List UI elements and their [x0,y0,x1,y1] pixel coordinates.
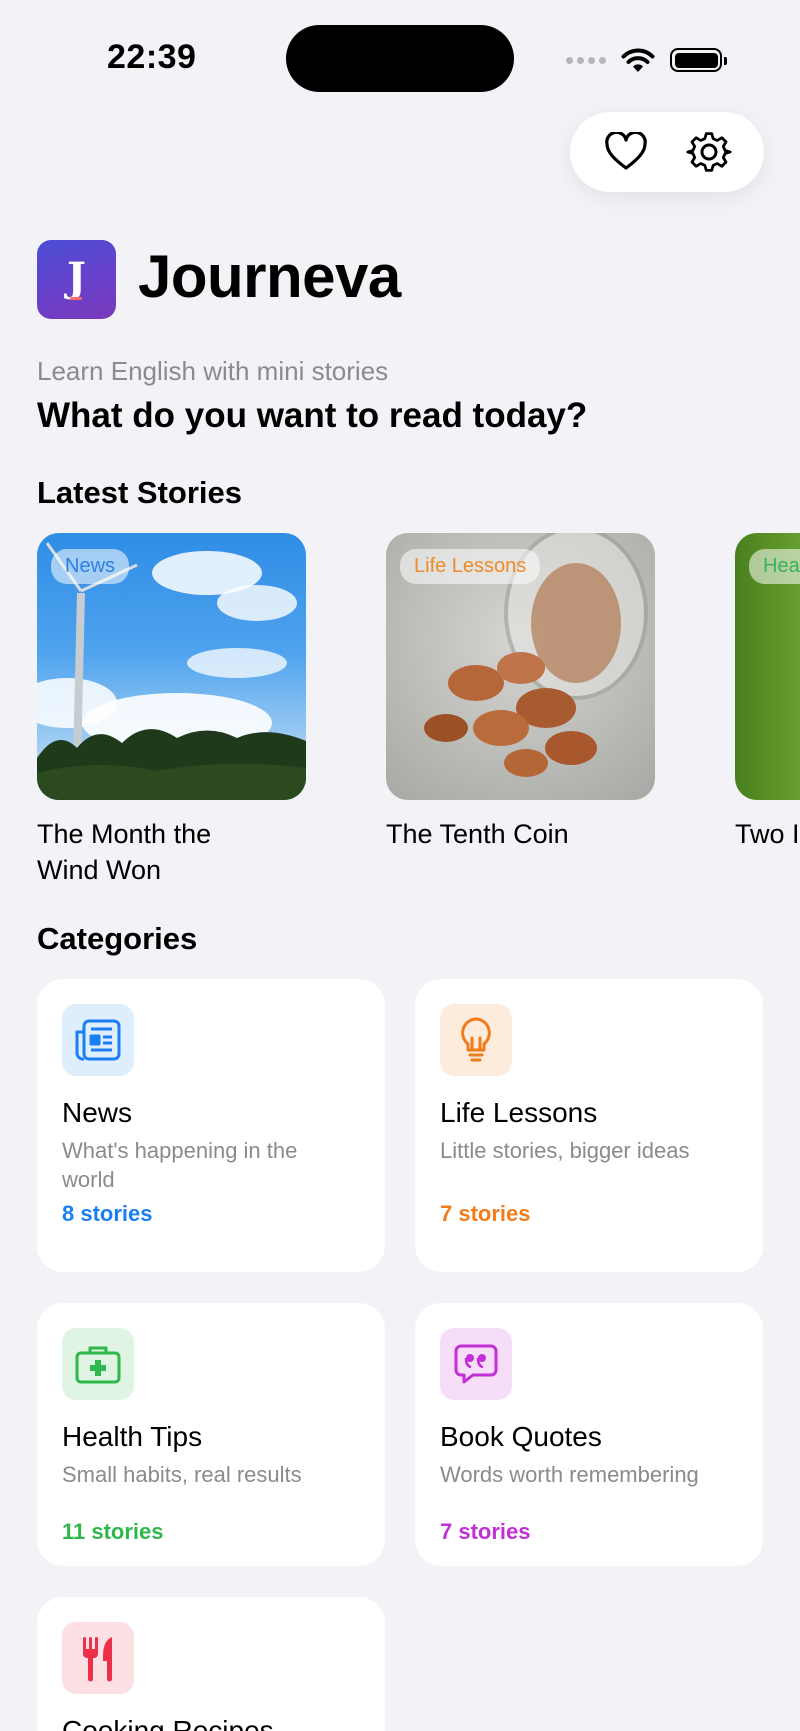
story-title: The Month the Wind Won [37,819,212,885]
status-time: 22:39 [107,38,197,76]
category-name: Book Quotes [440,1421,602,1452]
category-card-health-tips[interactable]: Health Tips Small habits, real results 1… [37,1303,385,1566]
story-image: News [37,533,306,800]
category-name: Life Lessons [440,1097,598,1128]
newspaper-icon [75,1019,121,1061]
category-description: Little stories, bigger ideas [440,1138,690,1163]
story-image: Hea [735,533,800,800]
categories-heading: Categories [37,921,198,956]
dynamic-island [286,25,514,92]
category-card-book-quotes[interactable]: Book Quotes Words worth remembering 7 st… [415,1303,763,1566]
story-tag: News [51,549,130,584]
story-title: The Tenth Coin [386,819,569,849]
headline: What do you want to read today? [37,396,588,435]
category-count: 11 stories [62,1519,164,1544]
story-card[interactable]: Hea Two I [735,533,800,852]
category-card-life-lessons[interactable]: Life Lessons Little stories, bigger idea… [415,979,763,1272]
app-title: Journeva [138,243,401,310]
latest-stories-heading: Latest Stories [37,475,243,510]
story-tag: Hea [749,549,800,584]
story-tag: Life Lessons [400,549,541,584]
category-name: News [62,1097,133,1128]
category-description: Words worth remembering [440,1462,699,1487]
signal-icon [566,56,606,64]
story-image: Life Lessons [386,533,655,800]
category-description: Small habits, real results [62,1462,302,1487]
wifi-icon [621,48,655,72]
story-card[interactable]: Life Lessons The Tenth Coin [386,533,655,852]
category-description: What's happening in the world [62,1138,298,1192]
category-card-news[interactable]: News What's happening in the world 8 sto… [37,979,385,1272]
story-card[interactable]: News The Month the Wind Won [37,533,306,888]
category-count: 7 stories [440,1201,531,1226]
story-title: Two I [735,819,800,849]
category-count: 7 stories [440,1519,531,1544]
app-logo: J [37,240,116,319]
category-card-cooking-recipes[interactable]: Cooking Recipes [37,1597,385,1731]
gear-icon [685,132,732,172]
category-name: Cooking Recipes [62,1715,274,1731]
battery-icon [670,48,727,72]
top-action-bar [570,112,764,192]
settings-button[interactable] [679,122,739,182]
tagline: Learn English with mini stories [37,356,389,386]
category-count: 8 stories [62,1201,153,1226]
favorites-button[interactable] [596,122,656,182]
status-icons [566,40,727,80]
heart-icon [604,132,647,170]
quote-bubble-icon [454,1344,498,1384]
lightbulb-icon [461,1017,491,1062]
fork-knife-icon [83,1637,112,1682]
category-name: Health Tips [62,1421,203,1452]
medical-kit-icon [75,1346,121,1384]
